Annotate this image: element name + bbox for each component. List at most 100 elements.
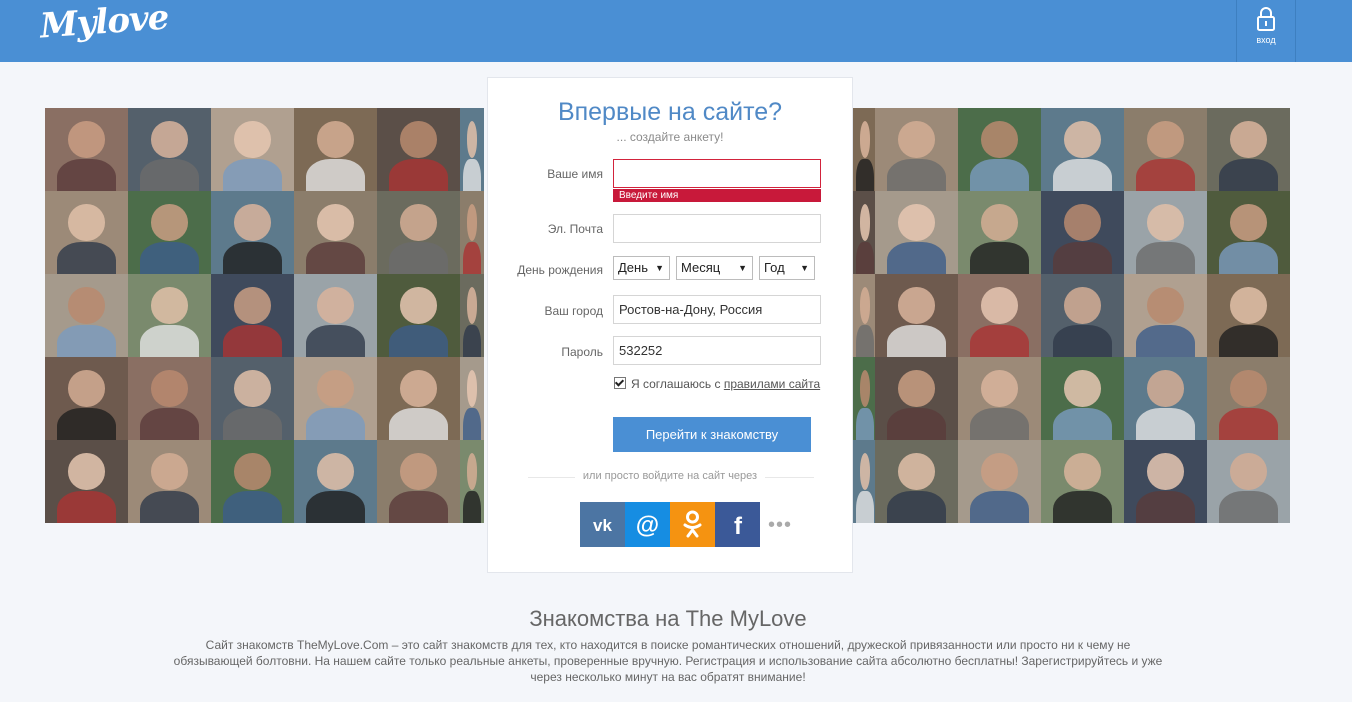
birthday-month-select[interactable]: Месяц ▼ xyxy=(676,256,753,280)
profile-photo[interactable] xyxy=(45,357,128,440)
profile-photo[interactable] xyxy=(128,108,211,191)
profile-photo[interactable] xyxy=(875,440,958,523)
login-button[interactable]: вход xyxy=(1236,0,1296,62)
profile-photo[interactable] xyxy=(294,191,377,274)
name-input[interactable] xyxy=(613,159,821,188)
profile-photo[interactable] xyxy=(853,440,877,523)
mail-icon: @ xyxy=(636,512,659,539)
profile-photo[interactable] xyxy=(128,357,211,440)
terms-checkbox[interactable] xyxy=(614,377,626,389)
password-input[interactable] xyxy=(613,336,821,365)
site-logo[interactable]: Mylove xyxy=(39,0,170,46)
profile-photo[interactable] xyxy=(377,357,460,440)
profile-photo[interactable] xyxy=(294,357,377,440)
city-input[interactable] xyxy=(613,295,821,324)
profile-photo[interactable] xyxy=(853,108,877,191)
profile-photo[interactable] xyxy=(875,191,958,274)
profile-photo[interactable] xyxy=(45,108,128,191)
email-label: Эл. Почта xyxy=(547,222,603,236)
birthday-month-value: Месяц xyxy=(681,260,721,275)
profile-photo[interactable] xyxy=(958,440,1041,523)
profile-photo[interactable] xyxy=(1124,357,1207,440)
profile-photo[interactable] xyxy=(294,108,377,191)
profile-photo[interactable] xyxy=(294,440,377,523)
profile-photo[interactable] xyxy=(1207,108,1290,191)
profile-photo[interactable] xyxy=(1041,357,1124,440)
profile-photo[interactable] xyxy=(377,191,460,274)
profile-photo[interactable] xyxy=(1207,440,1290,523)
profile-photo[interactable] xyxy=(1207,274,1290,357)
profile-photos-right-edge xyxy=(853,108,877,523)
facebook-login-button[interactable]: f xyxy=(715,502,760,547)
terms-agreement: Я соглашаюсь с правилами сайта xyxy=(614,377,820,391)
profile-photo[interactable] xyxy=(1124,274,1207,357)
profile-photos-left xyxy=(45,108,460,523)
birthday-day-select[interactable]: День ▼ xyxy=(613,256,670,280)
birthday-year-select[interactable]: Год ▼ xyxy=(759,256,815,280)
dropdown-arrow-icon: ▼ xyxy=(655,263,664,273)
odnoklassniki-login-button[interactable] xyxy=(670,502,715,547)
dropdown-arrow-icon: ▼ xyxy=(800,263,809,273)
profile-photo[interactable] xyxy=(377,440,460,523)
profile-photo[interactable] xyxy=(211,108,294,191)
terms-text: Я соглашаюсь с xyxy=(631,377,721,391)
profile-photo[interactable] xyxy=(460,274,484,357)
profile-photo[interactable] xyxy=(128,191,211,274)
profile-photo[interactable] xyxy=(958,274,1041,357)
profile-photo[interactable] xyxy=(1124,440,1207,523)
email-input[interactable] xyxy=(613,214,821,243)
profile-photo[interactable] xyxy=(460,357,484,440)
profile-photo[interactable] xyxy=(45,274,128,357)
terms-link[interactable]: правилами сайта xyxy=(724,377,820,391)
profile-photo[interactable] xyxy=(958,108,1041,191)
profile-photo[interactable] xyxy=(128,440,211,523)
profile-photo[interactable] xyxy=(211,440,294,523)
password-label: Пароль xyxy=(561,345,603,359)
profile-photo[interactable] xyxy=(958,191,1041,274)
profile-photo[interactable] xyxy=(853,357,877,440)
profile-photo[interactable] xyxy=(377,108,460,191)
profile-photo[interactable] xyxy=(377,274,460,357)
svg-text:vk: vk xyxy=(593,516,612,535)
profile-photo[interactable] xyxy=(853,274,877,357)
profile-photo[interactable] xyxy=(460,191,484,274)
profile-photos-right xyxy=(875,108,1290,523)
profile-photo[interactable] xyxy=(1041,274,1124,357)
profile-photo[interactable] xyxy=(294,274,377,357)
profile-photo[interactable] xyxy=(460,108,484,191)
profile-photo[interactable] xyxy=(1041,191,1124,274)
profile-photo[interactable] xyxy=(1041,108,1124,191)
profile-photo[interactable] xyxy=(1124,191,1207,274)
lock-icon xyxy=(1257,7,1275,31)
profile-photo[interactable] xyxy=(1207,191,1290,274)
login-label: вход xyxy=(1256,35,1276,45)
birthday-year-value: Год xyxy=(764,260,785,275)
profile-photo[interactable] xyxy=(211,357,294,440)
dropdown-arrow-icon: ▼ xyxy=(738,263,747,273)
profile-photo[interactable] xyxy=(958,357,1041,440)
svg-text:@: @ xyxy=(636,512,659,539)
vk-login-button[interactable]: vk xyxy=(580,502,625,547)
birthday-label: День рождения xyxy=(517,263,603,277)
profile-photo[interactable] xyxy=(45,191,128,274)
profile-photo[interactable] xyxy=(45,440,128,523)
profile-photo[interactable] xyxy=(1124,108,1207,191)
profile-photo[interactable] xyxy=(853,191,877,274)
name-label: Ваше имя xyxy=(547,167,603,181)
profile-photo[interactable] xyxy=(211,191,294,274)
profile-photo[interactable] xyxy=(875,357,958,440)
profile-photo[interactable] xyxy=(875,108,958,191)
profile-photo[interactable] xyxy=(460,440,484,523)
profile-photo[interactable] xyxy=(128,274,211,357)
profile-photo[interactable] xyxy=(1041,440,1124,523)
more-social-button[interactable]: ••• xyxy=(768,514,792,537)
city-label: Ваш город xyxy=(544,304,603,318)
social-login-caption: или просто войдите на сайт через xyxy=(488,470,852,482)
submit-button[interactable]: Перейти к знакомству xyxy=(613,417,811,452)
mailru-login-button[interactable]: @ xyxy=(625,502,670,547)
profile-photo[interactable] xyxy=(1207,357,1290,440)
profile-photo[interactable] xyxy=(875,274,958,357)
birthday-day-value: День xyxy=(618,260,648,275)
profile-photo[interactable] xyxy=(211,274,294,357)
vk-icon: vk xyxy=(593,516,612,535)
